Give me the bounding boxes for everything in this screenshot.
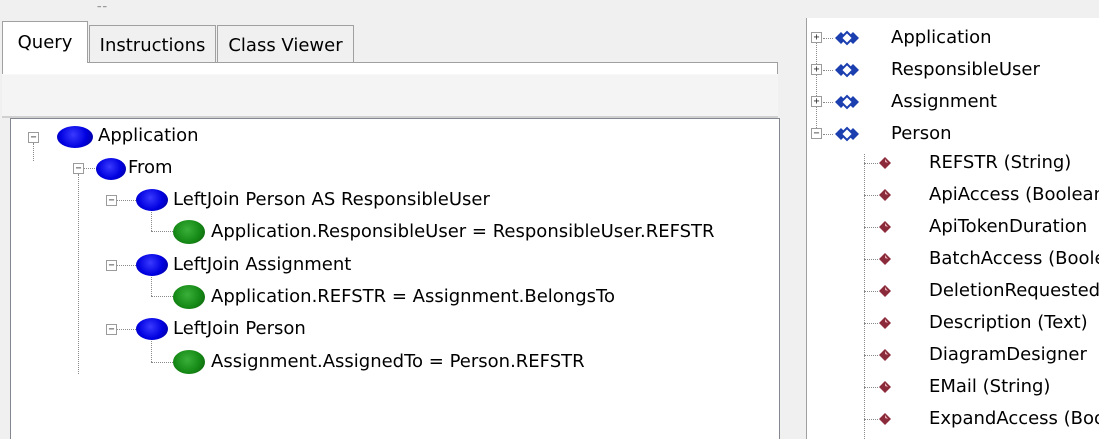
blue-node-icon [136,254,168,276]
attribute-diamond-icon [879,221,891,233]
class-item-label: Application [891,27,992,48]
blue-node-icon [57,126,93,148]
tree-node-label: Application.REFSTR = Assignment.BelongsT… [211,286,615,307]
tree-node-label: Assignment.AssignedTo = Person.REFSTR [211,351,585,372]
attribute-diamond-icon [879,381,891,393]
tree-connector [151,231,175,232]
collapse-icon[interactable]: − [73,163,84,174]
tab-instructions[interactable]: Instructions [89,25,216,62]
class-item-label: ResponsibleUser [891,59,1040,80]
tree-connector [864,419,878,420]
class-item-label: Person [891,123,952,144]
green-condition-icon [173,350,205,374]
collapse-icon[interactable]: − [811,128,822,139]
top-strip: –– [0,0,1099,18]
blue-node-icon [136,318,168,340]
attribute-diamond-icon [879,189,891,201]
tree-node-label: LeftJoin Assignment [173,254,352,275]
query-tree[interactable]: − Application − From − LeftJoin Person A… [10,118,780,439]
collapse-icon[interactable]: − [106,195,117,206]
tree-connector [816,38,817,132]
tree-connector [864,195,878,196]
tree-node-label: LeftJoin Person AS ResponsibleUser [173,189,490,210]
overflow-dots: –– [97,2,108,12]
tab-instructions-label: Instructions [99,35,206,56]
tree-connector [864,259,878,260]
toolbar-band [2,74,778,117]
collapse-icon[interactable]: − [28,132,39,143]
tree-connector [151,273,152,296]
attribute-item-label: DeletionRequested [929,280,1099,301]
collapse-icon[interactable]: − [106,324,117,335]
tree-connector [151,296,175,297]
blue-node-icon [96,158,126,180]
expand-icon[interactable]: + [811,64,822,75]
green-condition-icon [173,285,205,309]
collapse-icon[interactable]: − [106,260,117,271]
class-diamond-icon [835,30,859,46]
attribute-diamond-icon [879,413,891,425]
class-diamond-icon [835,126,859,142]
tree-connector [864,291,878,292]
tree-connector [864,387,878,388]
attribute-diamond-icon [879,349,891,361]
attribute-item-label: ApiAccess (Boolean) [929,184,1099,205]
tree-connector [864,227,878,228]
tree-connector [864,163,878,164]
tab-query-label: Query [17,32,73,53]
attribute-item-label: Description (Text) [929,312,1088,333]
tree-node-label: Application.ResponsibleUser = Responsibl… [211,221,715,242]
tab-class-viewer-label: Class Viewer [228,35,343,56]
tree-node-label: Application [98,125,199,146]
attribute-item-label: BatchAccess (Boolean) [929,248,1099,269]
attribute-diamond-icon [879,317,891,329]
attribute-diamond-icon [879,253,891,265]
attribute-item-label: DiagramDesigner [929,344,1087,365]
tree-connector [823,38,833,39]
class-diamond-icon [835,94,859,110]
tree-connector [823,102,833,103]
tree-connector [33,143,34,161]
attribute-item-label: REFSTR (String) [929,152,1072,173]
attribute-diamond-icon [879,157,891,169]
tree-connector [151,362,175,363]
attribute-diamond-icon [879,285,891,297]
blue-node-icon [136,189,168,211]
tree-node-label: From [128,157,173,178]
green-condition-icon [173,220,205,244]
attribute-item-label: EMail (String) [929,376,1051,397]
tree-connector [823,134,833,135]
expand-icon[interactable]: + [811,32,822,43]
class-diamond-icon [835,62,859,78]
tab-query[interactable]: Query [2,21,88,63]
class-viewer-tree[interactable]: + Application + ResponsibleUser + Assign… [806,18,1099,439]
tree-connector [864,355,878,356]
tree-connector [78,174,79,374]
attribute-item-label: ApiTokenDuration [929,216,1088,237]
tree-connector [864,323,878,324]
tab-class-viewer[interactable]: Class Viewer [217,25,354,62]
tree-node-label: LeftJoin Person [173,318,306,339]
expand-icon[interactable]: + [811,96,822,107]
tree-connector [823,70,833,71]
attribute-item-label: ExpandAccess (Boolean) [929,408,1099,429]
tree-connector [151,337,152,362]
tree-connector [864,154,865,439]
class-item-label: Assignment [891,91,997,112]
tree-connector [151,208,152,231]
